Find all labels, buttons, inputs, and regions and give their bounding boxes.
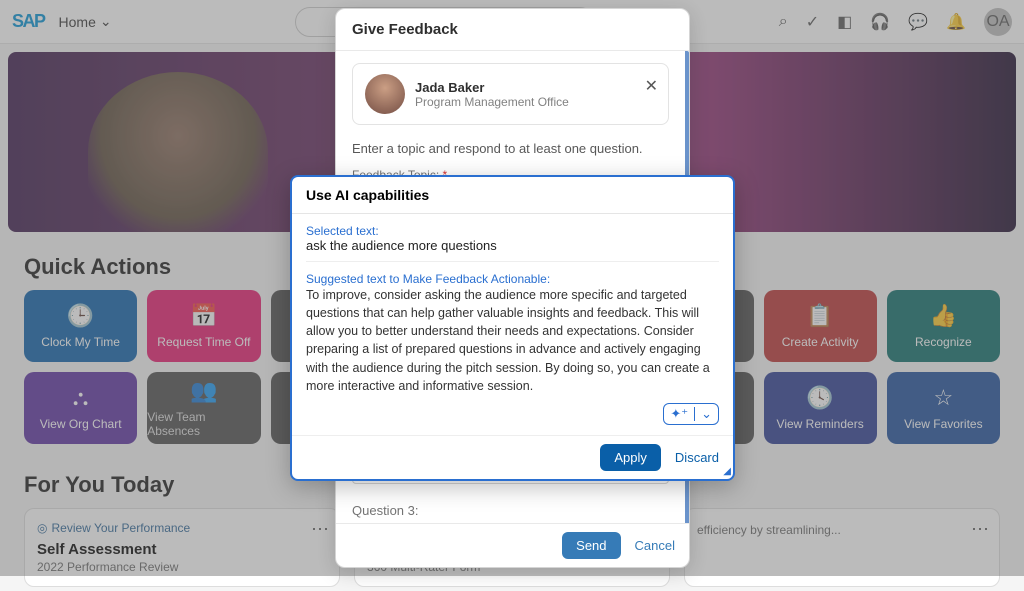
- ai-selected-label: Selected text:: [306, 224, 719, 238]
- feedback-person-card: ✕ Jada Baker Program Management Office: [352, 63, 669, 125]
- feedback-intro: Enter a topic and respond to at least on…: [352, 141, 669, 156]
- ai-capabilities-modal: Use AI capabilities Selected text: ask t…: [290, 175, 735, 481]
- feedback-modal-footer: Send Cancel: [336, 523, 689, 567]
- question-3-label: Question 3:: [352, 503, 669, 518]
- ai-modal-title: Use AI capabilities: [292, 177, 733, 214]
- chevron-down-icon: ⌄: [701, 406, 712, 422]
- send-button[interactable]: Send: [562, 532, 620, 559]
- remove-person-icon[interactable]: ✕: [645, 76, 658, 96]
- ai-modal-body: Selected text: ask the audience more que…: [292, 214, 733, 435]
- feedback-modal-title: Give Feedback: [336, 9, 689, 51]
- ai-suggest-text: To improve, consider asking the audience…: [306, 286, 719, 395]
- ai-selected-block: Selected text: ask the audience more que…: [306, 224, 719, 262]
- person-name: Jada Baker: [415, 80, 569, 95]
- ai-regenerate-button[interactable]: ✦⁺ ⌄: [663, 403, 719, 425]
- resize-handle-icon[interactable]: ◢: [723, 466, 731, 477]
- ai-modal-footer: Apply Discard: [292, 435, 733, 479]
- ai-selected-text: ask the audience more questions: [306, 238, 719, 253]
- person-avatar: [365, 74, 405, 114]
- ai-suggest-label: Suggested text to Make Feedback Actionab…: [306, 272, 719, 286]
- sparkle-icon: ✦⁺: [670, 406, 688, 422]
- person-role: Program Management Office: [415, 95, 569, 109]
- apply-button[interactable]: Apply: [600, 444, 661, 471]
- cancel-button[interactable]: Cancel: [635, 538, 675, 553]
- ai-toolbar: ✦⁺ ⌄: [306, 403, 719, 425]
- discard-button[interactable]: Discard: [675, 450, 719, 465]
